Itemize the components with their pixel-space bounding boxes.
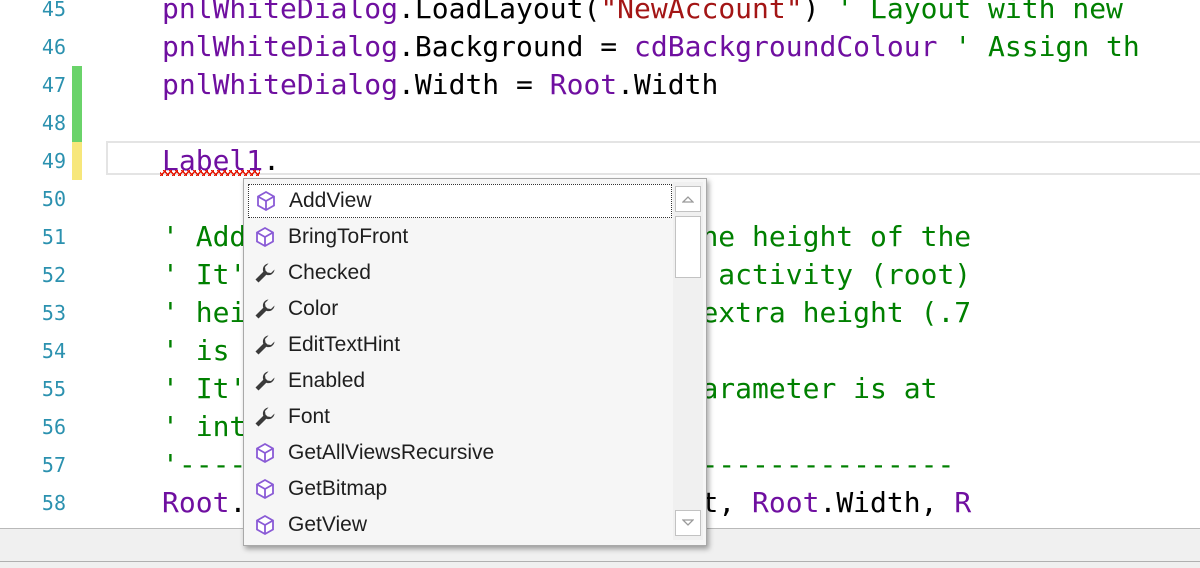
line-number: 52: [41, 263, 66, 287]
method-cube-icon: [252, 440, 278, 466]
scroll-down-button[interactable]: [675, 510, 701, 536]
autocomplete-item-label: Font: [288, 405, 331, 428]
property-wrench-icon: [252, 404, 278, 430]
code-token: "NewAccount": [600, 0, 803, 25]
code-token: pnlWhiteDialog: [162, 30, 399, 63]
autocomplete-item-label: EditTextHint: [288, 333, 401, 356]
property-wrench-icon: [252, 296, 278, 322]
line-number: 47: [41, 73, 66, 97]
code-token: .LoadLayout(: [398, 0, 601, 25]
scroll-up-button[interactable]: [675, 186, 701, 212]
autocomplete-item-label: Enabled: [288, 369, 366, 392]
chevron-down-icon: [682, 519, 694, 526]
autocomplete-item-label: GetBitmap: [288, 477, 388, 500]
autocomplete-item-label: GetAllViewsRecursive: [288, 441, 495, 464]
property-wrench-icon: [252, 260, 278, 286]
line-number: 54: [41, 339, 66, 363]
autocomplete-popup[interactable]: AddView BringToFront Checked Color EditTextH…: [243, 178, 707, 546]
property-wrench-icon: [252, 332, 278, 358]
code-token: ' It': [162, 372, 247, 405]
autocomplete-item[interactable]: GetView: [248, 508, 672, 542]
code-line[interactable]: pnlWhiteDialog.LoadLayout("NewAccount") …: [162, 0, 1123, 28]
method-cube-icon: [252, 224, 278, 250]
line-number: 45: [41, 0, 66, 21]
code-token: ' int: [162, 410, 247, 443]
code-token: ): [802, 0, 837, 25]
code-token: Root: [752, 486, 820, 519]
scroll-thumb[interactable]: [675, 216, 701, 278]
autocomplete-item[interactable]: BringToFront: [248, 220, 672, 254]
autocomplete-item-label: Color: [288, 297, 339, 320]
autocomplete-item-label: BringToFront: [288, 225, 409, 248]
current-line-highlight: [106, 141, 1200, 175]
bottom-bar-divider: [0, 561, 1200, 562]
change-marker-saved: [72, 104, 82, 142]
method-cube-icon: [253, 188, 279, 214]
code-token: Root: [162, 486, 230, 519]
code-token: .Width =: [398, 68, 550, 101]
line-number: 57: [41, 453, 66, 477]
property-wrench-icon: [252, 368, 278, 394]
autocomplete-item[interactable]: GetAllViewsRecursive: [248, 436, 672, 470]
code-token: ' Add: [162, 220, 247, 253]
autocomplete-scrollbar[interactable]: [673, 182, 703, 540]
error-squiggle: [160, 170, 260, 176]
code-token: '----: [162, 448, 247, 481]
line-number: 48: [41, 111, 66, 135]
autocomplete-item[interactable]: GetBitmap: [248, 472, 672, 506]
change-marker-unsaved: [72, 142, 82, 180]
code-line[interactable]: pnlWhiteDialog.Background = cdBackground…: [162, 28, 1140, 66]
autocomplete-item-label: Checked: [288, 261, 371, 284]
method-cube-icon: [252, 512, 278, 538]
line-number: 55: [41, 377, 66, 401]
line-number: 51: [41, 225, 66, 249]
line-number: 56: [41, 415, 66, 439]
code-token: cdBackgroundColour: [634, 30, 938, 63]
autocomplete-item[interactable]: EditTextHint: [248, 328, 672, 362]
code-token: ' Assign th: [954, 30, 1140, 63]
change-marker-saved: [72, 66, 82, 104]
autocomplete-item[interactable]: Checked: [248, 256, 672, 290]
code-token: ' is: [162, 334, 247, 367]
code-line[interactable]: pnlWhiteDialog.Width = Root.Width: [162, 66, 718, 104]
code-token: ' hei: [162, 296, 247, 329]
line-number: 58: [41, 491, 66, 515]
code-token: .Width: [617, 68, 719, 101]
autocomplete-item-label: AddView: [289, 189, 372, 212]
autocomplete-item-label: GetView: [288, 513, 367, 536]
code-token: .Width,: [819, 486, 955, 519]
line-number: 53: [41, 301, 66, 325]
code-token: .Background =: [398, 30, 635, 63]
method-cube-icon: [252, 476, 278, 502]
autocomplete-item[interactable]: Enabled: [248, 364, 672, 398]
autocomplete-item[interactable]: Color: [248, 292, 672, 326]
code-token: pnlWhiteDialog: [162, 0, 399, 25]
autocomplete-item[interactable]: AddView: [248, 184, 672, 218]
code-token: ' Layout with new: [836, 0, 1123, 25]
autocomplete-item[interactable]: Font: [248, 400, 672, 434]
code-token: R: [954, 486, 972, 519]
line-number: 50: [41, 187, 66, 211]
code-token: Root: [549, 68, 618, 101]
chevron-up-icon: [682, 196, 694, 203]
line-number: 46: [41, 35, 66, 59]
code-token: ' It': [162, 258, 247, 291]
code-token: pnlWhiteDialog: [162, 68, 399, 101]
line-number: 49: [41, 149, 66, 173]
